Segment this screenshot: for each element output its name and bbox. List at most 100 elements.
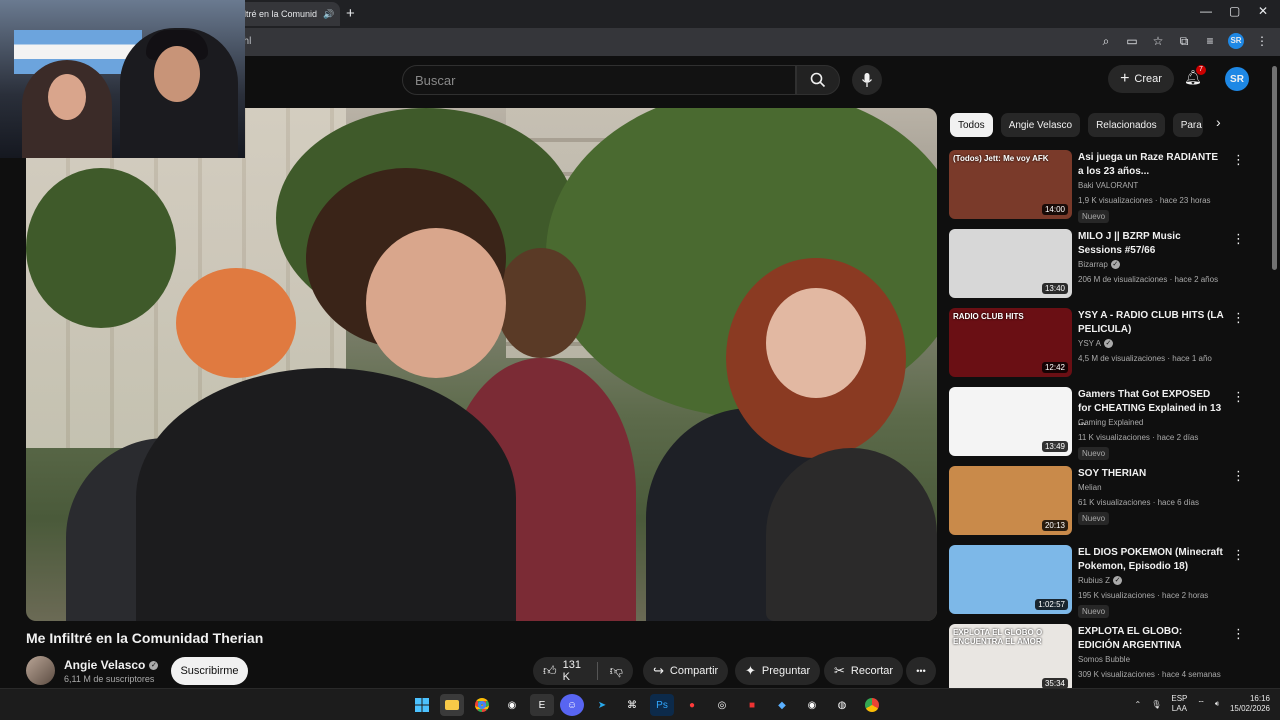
search-button[interactable]	[796, 65, 840, 95]
recommendation-title[interactable]: MILO J || BZRP Music Sessions #57/66	[1078, 230, 1226, 258]
speaker-icon[interactable]: 🔊	[323, 9, 334, 20]
scrollbar-thumb[interactable]	[1272, 66, 1277, 270]
like-count[interactable]: 131 K	[563, 659, 585, 683]
zoom-icon[interactable]: ⌕	[1098, 34, 1114, 49]
create-button[interactable]: + Crear	[1108, 65, 1174, 93]
obs-icon[interactable]: ◎	[710, 694, 734, 716]
recommendation-meta: 206 M de visualizaciones · hace 2 años	[1078, 275, 1219, 284]
discord-icon[interactable]: ☺	[560, 694, 584, 716]
more-options-icon[interactable]: ⋮	[1232, 626, 1245, 642]
share-button[interactable]: ↪ Compartir	[643, 657, 729, 685]
search-input[interactable]: Buscar	[402, 65, 796, 95]
search-icon	[810, 72, 826, 88]
steam-icon[interactable]: ◉	[500, 694, 524, 716]
recommendation-channel[interactable]: YSY A ✓	[1078, 339, 1113, 348]
duration-badge: 14:00	[1041, 204, 1068, 215]
cast-icon[interactable]: ▭	[1124, 34, 1140, 48]
chrome-icon[interactable]	[470, 694, 494, 716]
video-title: Me Infiltré en la Comunidad Therian	[26, 630, 264, 646]
recommendation-item[interactable]: 13:40 MILO J || BZRP Music Sessions #57/6…	[949, 229, 1249, 301]
more-options-icon[interactable]: ⋮	[1232, 310, 1245, 326]
browser-tab[interactable]: ltré en la Comunid 🔊 ✕	[236, 2, 340, 26]
notifications-button[interactable]: 🔔︎ 7	[1184, 65, 1206, 89]
recommendation-channel[interactable]: Rubius Z ✓	[1078, 576, 1123, 585]
video-thumbnail[interactable]: RADIO CLUB HITS 12:42	[949, 308, 1072, 377]
recommendation-item[interactable]: 1:02:57 EL DIOS POKEMON (Minecraft Pokemo…	[949, 545, 1249, 618]
recommendation-channel[interactable]: Melian	[1078, 483, 1102, 492]
windows-start-icon[interactable]	[410, 694, 434, 716]
minimize-button[interactable]: —	[1200, 4, 1212, 18]
recommendation-item[interactable]: EXPLOTA EL GLOBO O ENCUENTRA EL AMOR 35:3…	[949, 624, 1249, 696]
microphone-tray-icon[interactable]: 🎙︎	[1151, 700, 1161, 709]
chevron-up-icon[interactable]: ⌃	[1135, 700, 1142, 709]
recommendation-item[interactable]: RADIO CLUB HITS 12:42 YSY A - RADIO CLUB H…	[949, 308, 1249, 380]
more-options-icon[interactable]: ⋮	[1232, 152, 1245, 168]
recommendation-title[interactable]: YSY A - RADIO CLUB HITS (LA PELICULA)	[1078, 309, 1226, 337]
more-options-icon[interactable]: ⋮	[1232, 547, 1245, 563]
chrome-icon-2[interactable]	[860, 694, 884, 716]
ask-button[interactable]: ✦ Preguntar	[735, 657, 821, 685]
video-thumbnail[interactable]: (Todos) Jett: Me voy AFK 14:00	[949, 150, 1072, 219]
recommendation-title[interactable]: EL DIOS POKEMON (Minecraft Pokemon, Epis…	[1078, 546, 1226, 574]
volume-icon[interactable]: 🔉︎	[1215, 699, 1220, 709]
maximize-button[interactable]: ▢	[1229, 4, 1240, 18]
clock[interactable]: 16:16 15/02/2026	[1230, 694, 1270, 714]
record-icon[interactable]: ●	[680, 694, 704, 716]
recommendation-title[interactable]: Asi juega un Raze RADIANTE a los 23 años…	[1078, 151, 1226, 179]
profile-icon[interactable]: SR	[1228, 33, 1244, 49]
extensions-icon[interactable]: ⧉	[1176, 34, 1192, 49]
account-avatar[interactable]: SR	[1225, 67, 1249, 91]
epic-games-icon[interactable]: E	[530, 694, 554, 716]
recommendation-title[interactable]: SOY THERIAN	[1078, 467, 1226, 481]
wifi-icon[interactable]: ⌔	[1197, 699, 1205, 709]
channel-text: YSY A	[1078, 339, 1101, 348]
recommendation-channel[interactable]: Bizarrap ✓	[1078, 260, 1120, 269]
video-thumbnail[interactable]: 13:49	[949, 387, 1072, 456]
language-indicator[interactable]: ESP LAA	[1171, 694, 1187, 714]
red-app-icon[interactable]: ■	[740, 694, 764, 716]
clip-button[interactable]: ✂ Recortar	[824, 657, 904, 685]
capcut-icon[interactable]: ⌘	[620, 694, 644, 716]
telegram-icon[interactable]: ➤	[590, 694, 614, 716]
thumbs-down-icon[interactable]: 👎︎	[610, 663, 623, 679]
recommendation-item[interactable]: 20:13 SOY THERIAN Melian 61 K visualizacion…	[949, 466, 1249, 538]
file-explorer-icon[interactable]	[440, 694, 464, 716]
duration-badge: 20:13	[1041, 520, 1068, 531]
recommendation-item[interactable]: (Todos) Jett: Me voy AFK 14:00 Asi juega u…	[949, 150, 1249, 223]
channel-name[interactable]: Angie Velasco ✓	[64, 658, 159, 672]
chip-relacionados[interactable]: Relacionados	[1088, 113, 1165, 137]
recommendation-title[interactable]: EXPLOTA EL GLOBO: EDICIÓN ARGENTINA	[1078, 625, 1226, 653]
chip-angie-velasco[interactable]: Angie Velasco	[1000, 113, 1081, 137]
like-dislike-group: 👍︎ 131 K 👎︎	[533, 657, 633, 685]
channel-avatar[interactable]	[26, 656, 55, 685]
recommendation-channel[interactable]: Baki VALORANT	[1078, 181, 1138, 190]
more-actions-button[interactable]: •••	[906, 657, 936, 685]
video-thumbnail[interactable]: 20:13	[949, 466, 1072, 535]
chevron-right-icon[interactable]: ›	[1216, 114, 1221, 130]
recommendation-channel[interactable]: Gaming Explained	[1078, 418, 1143, 427]
more-options-icon[interactable]: ⋮	[1232, 468, 1245, 484]
more-options-icon[interactable]: ⋮	[1232, 389, 1245, 405]
video-thumbnail[interactable]: EXPLOTA EL GLOBO O ENCUENTRA EL AMOR 35:3…	[949, 624, 1072, 693]
browser-menu-icon[interactable]: ⋮	[1254, 34, 1270, 48]
video-thumbnail[interactable]: 1:02:57	[949, 545, 1072, 614]
chip-todos[interactable]: Todos	[950, 113, 993, 137]
subscribe-button[interactable]: Suscribirme	[171, 657, 248, 685]
video-thumbnail[interactable]: 13:40	[949, 229, 1072, 298]
recommendation-item[interactable]: 13:49 Gamers That Got EXPOSED for CHEATIN…	[949, 387, 1249, 460]
steam-icon-2[interactable]: ◉	[800, 694, 824, 716]
thumbs-up-icon[interactable]: 👍︎	[543, 663, 557, 679]
close-window-button[interactable]: ✕	[1258, 4, 1268, 18]
more-options-icon[interactable]: ⋮	[1232, 231, 1245, 247]
photoshop-icon[interactable]: Ps	[650, 694, 674, 716]
app-icon[interactable]: ◆	[770, 694, 794, 716]
video-player[interactable]	[26, 108, 937, 621]
voice-search-button[interactable]	[852, 65, 882, 95]
github-icon[interactable]: ◍	[830, 694, 854, 716]
new-tab-button[interactable]: +	[346, 5, 355, 22]
bookmark-star-icon[interactable]: ☆	[1150, 34, 1166, 48]
media-icon[interactable]: ≡	[1202, 34, 1218, 48]
tab-title: ltré en la Comunid	[244, 9, 318, 19]
recommendation-channel[interactable]: Somos Bubble	[1078, 655, 1130, 664]
chip-para[interactable]: Para	[1172, 113, 1203, 137]
